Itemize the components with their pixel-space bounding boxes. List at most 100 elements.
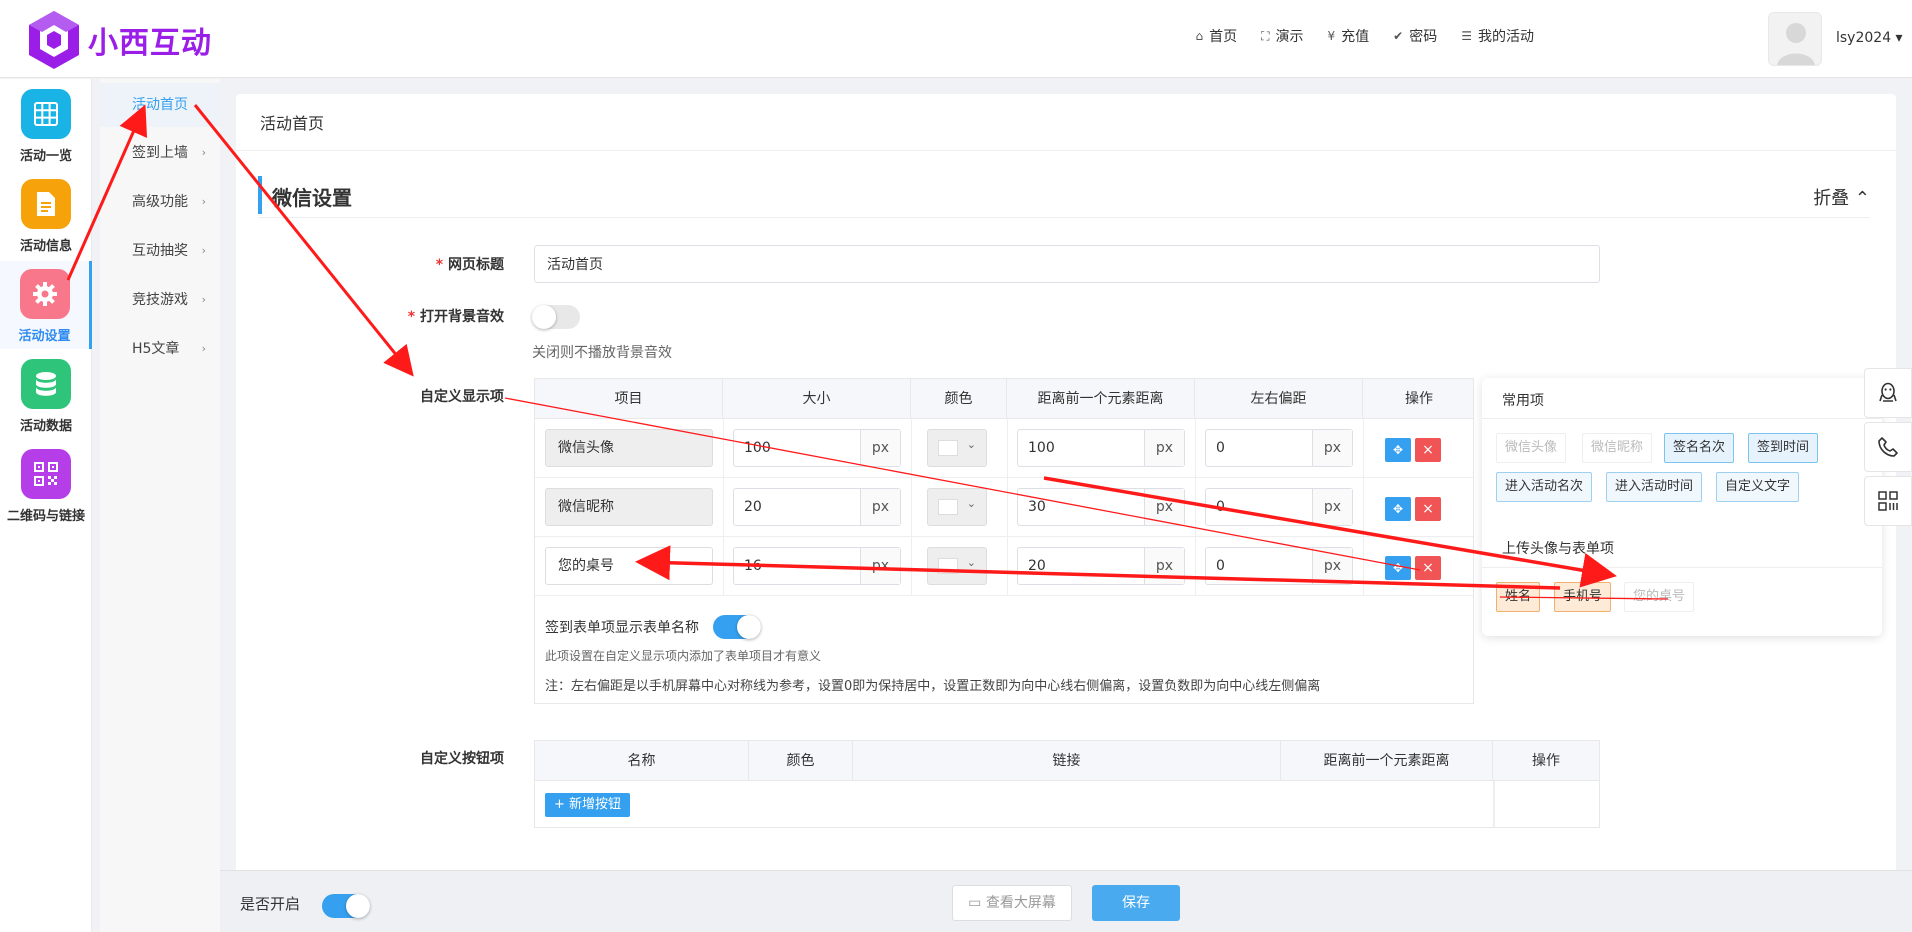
unit-label: px xyxy=(860,548,900,584)
save-button[interactable]: 保存 xyxy=(1092,885,1180,921)
chip-table-number[interactable]: 您的桌号 xyxy=(1624,582,1695,612)
form-name-label: 签到表单项显示表单名称 xyxy=(545,620,699,636)
qrcode-button[interactable] xyxy=(1864,476,1912,526)
color-swatch xyxy=(938,499,958,515)
col-color: 颜色 xyxy=(911,379,1007,419)
divider xyxy=(1195,537,1196,596)
chip-wechat-nickname[interactable]: 微信昵称 xyxy=(1582,433,1653,463)
gap-input[interactable]: 30 px xyxy=(1017,488,1185,526)
sidebar-item-activity-info[interactable]: 活动信息 xyxy=(0,171,92,259)
delete-button[interactable]: × xyxy=(1415,556,1441,580)
subnav-checkin-wall[interactable]: 签到上墙 › xyxy=(100,131,220,175)
move-button[interactable]: ✥ xyxy=(1385,497,1411,521)
gap-input[interactable]: 20 px xyxy=(1017,547,1185,585)
custom-display-label: 自定义显示项 xyxy=(420,389,504,405)
top-header: 小西互动 ⌂ 首页 ⛶ 演示 ¥ 充值 ✔ 密码 ☰ 我的活动 lsy2024 ▾ xyxy=(0,0,1912,78)
subnav-label: 竞技游戏 xyxy=(132,292,188,308)
size-input[interactable]: 100 px xyxy=(733,429,901,467)
preview-screen-button[interactable]: ▭ 查看大屏幕 xyxy=(952,885,1072,921)
delete-button[interactable]: × xyxy=(1415,497,1441,521)
phone-button[interactable] xyxy=(1864,422,1912,472)
required-mark: * xyxy=(407,309,420,325)
nav-my-activities[interactable]: ☰ 我的活动 xyxy=(1461,26,1534,46)
chip-entry-rank[interactable]: 进入活动名次 xyxy=(1496,472,1593,502)
subnav-advanced[interactable]: 高级功能 › xyxy=(100,180,220,224)
nav-home[interactable]: ⌂ 首页 xyxy=(1196,26,1238,46)
yen-icon: ¥ xyxy=(1327,29,1336,43)
table-header: 项目 大小 颜色 距离前一个元素距离 左右偏距 操作 xyxy=(535,379,1473,419)
subnav-games[interactable]: 竞技游戏 › xyxy=(100,278,220,322)
subnav-activity-home[interactable]: 活动首页 xyxy=(100,83,220,127)
qq-service-button[interactable] xyxy=(1864,368,1912,418)
input-value: 20 xyxy=(744,499,762,515)
table-header: 名称 颜色 链接 距离前一个元素距离 操作 xyxy=(535,741,1599,781)
page-title-input[interactable] xyxy=(534,245,1600,283)
form-name-toggle[interactable] xyxy=(713,615,761,639)
sidebar-item-activity-data[interactable]: 活动数据 xyxy=(0,351,92,439)
move-button[interactable]: ✥ xyxy=(1385,556,1411,580)
grid-icon xyxy=(21,89,71,139)
nav-password[interactable]: ✔ 密码 xyxy=(1393,26,1437,46)
input-value: 30 xyxy=(1028,499,1046,515)
subnav-lottery[interactable]: 互动抽奖 › xyxy=(100,229,220,273)
delete-button[interactable]: × xyxy=(1415,438,1441,462)
subnav-h5-article[interactable]: H5文章 › xyxy=(100,327,220,371)
custom-buttons-table: 名称 颜色 链接 距离前一个元素距离 操作 + 新增按钮 xyxy=(534,740,1600,828)
col-offset: 左右偏距 xyxy=(1195,379,1363,419)
bg-music-hint: 关闭则不播放背景音效 xyxy=(532,345,672,361)
user-menu[interactable]: lsy2024 ▾ xyxy=(1836,30,1903,46)
brand-logo[interactable]: 小西互动 xyxy=(26,8,212,72)
chip-sign-time[interactable]: 签到时间 xyxy=(1748,433,1819,463)
bg-music-toggle[interactable] xyxy=(532,305,580,329)
color-picker[interactable]: ⌄ xyxy=(927,488,987,526)
sidebar-item-label: 二维码与链接 xyxy=(6,509,85,524)
gap-input[interactable]: 100 px xyxy=(1017,429,1185,467)
col-gap: 距离前一个元素距离 xyxy=(1007,379,1195,419)
item-name-input[interactable]: 您的桌号 xyxy=(545,547,713,585)
chip-entry-time[interactable]: 进入活动时间 xyxy=(1606,472,1703,502)
nav-demo[interactable]: ⛶ 演示 xyxy=(1261,26,1303,46)
divider xyxy=(1007,478,1008,537)
chip-sign-rank[interactable]: 签名名次 xyxy=(1664,433,1735,463)
nav-label: 我的活动 xyxy=(1478,29,1534,45)
size-input[interactable]: 16 px xyxy=(733,547,901,585)
qrcode-small-icon xyxy=(1878,491,1898,511)
sidebar-item-qrcode-links[interactable]: 二维码与链接 xyxy=(0,441,92,529)
divider xyxy=(1363,478,1364,537)
add-button[interactable]: + 新增按钮 xyxy=(545,793,631,817)
size-input[interactable]: 20 px xyxy=(733,488,901,526)
unit-label: px xyxy=(1312,430,1352,466)
color-picker[interactable]: ⌄ xyxy=(927,429,987,467)
chip-wechat-avatar[interactable]: 微信头像 xyxy=(1496,433,1567,463)
offset-input[interactable]: 0 px xyxy=(1205,488,1353,526)
color-picker[interactable]: ⌄ xyxy=(927,547,987,585)
offset-note: 注：左右偏距是以手机屏幕中心对称线为参考，设置0即为保持居中，设置正数即为向中心… xyxy=(545,679,1321,694)
move-button[interactable]: ✥ xyxy=(1385,438,1411,462)
divider xyxy=(911,419,912,478)
chevron-right-icon: › xyxy=(201,244,206,257)
common-items-panel: 常用项 微信头像 微信昵称 签名名次 签到时间 进入活动名次 进入活动时间 自定… xyxy=(1482,378,1882,636)
chip-custom-text[interactable]: 自定义文字 xyxy=(1716,472,1800,502)
table-row: 微信昵称 20 px ⌄ 30 px 0 px ✥ × xyxy=(535,478,1473,537)
upload-section-title: 上传头像与表单项 xyxy=(1502,541,1614,557)
sidebar-item-label: 活动信息 xyxy=(19,239,72,254)
table-row: 您的桌号 16 px ⌄ 20 px 0 px ✥ × xyxy=(535,537,1473,596)
user-silhouette-icon xyxy=(1777,23,1815,65)
chip-phone[interactable]: 手机号 xyxy=(1554,582,1612,612)
col-name: 名称 xyxy=(535,741,749,781)
enable-toggle[interactable] xyxy=(322,894,370,918)
chip-name[interactable]: 姓名 xyxy=(1496,582,1541,612)
sidebar-item-activity-list[interactable]: 活动一览 xyxy=(0,81,92,169)
chevron-right-icon: › xyxy=(201,293,206,306)
col-link: 链接 xyxy=(853,741,1281,781)
input-value: 20 xyxy=(1028,558,1046,574)
offset-input[interactable]: 0 px xyxy=(1205,547,1353,585)
sidebar-item-activity-settings[interactable]: 活动设置 xyxy=(0,261,92,349)
avatar[interactable] xyxy=(1768,12,1822,66)
label-text: 打开背景音效 xyxy=(420,309,504,325)
collapse-toggle[interactable]: 折叠 ⌃ xyxy=(1813,184,1870,210)
database-icon xyxy=(21,359,71,409)
offset-input[interactable]: 0 px xyxy=(1205,429,1353,467)
page-title-label: * 网页标题 xyxy=(344,254,504,274)
nav-recharge[interactable]: ¥ 充值 xyxy=(1328,26,1370,46)
